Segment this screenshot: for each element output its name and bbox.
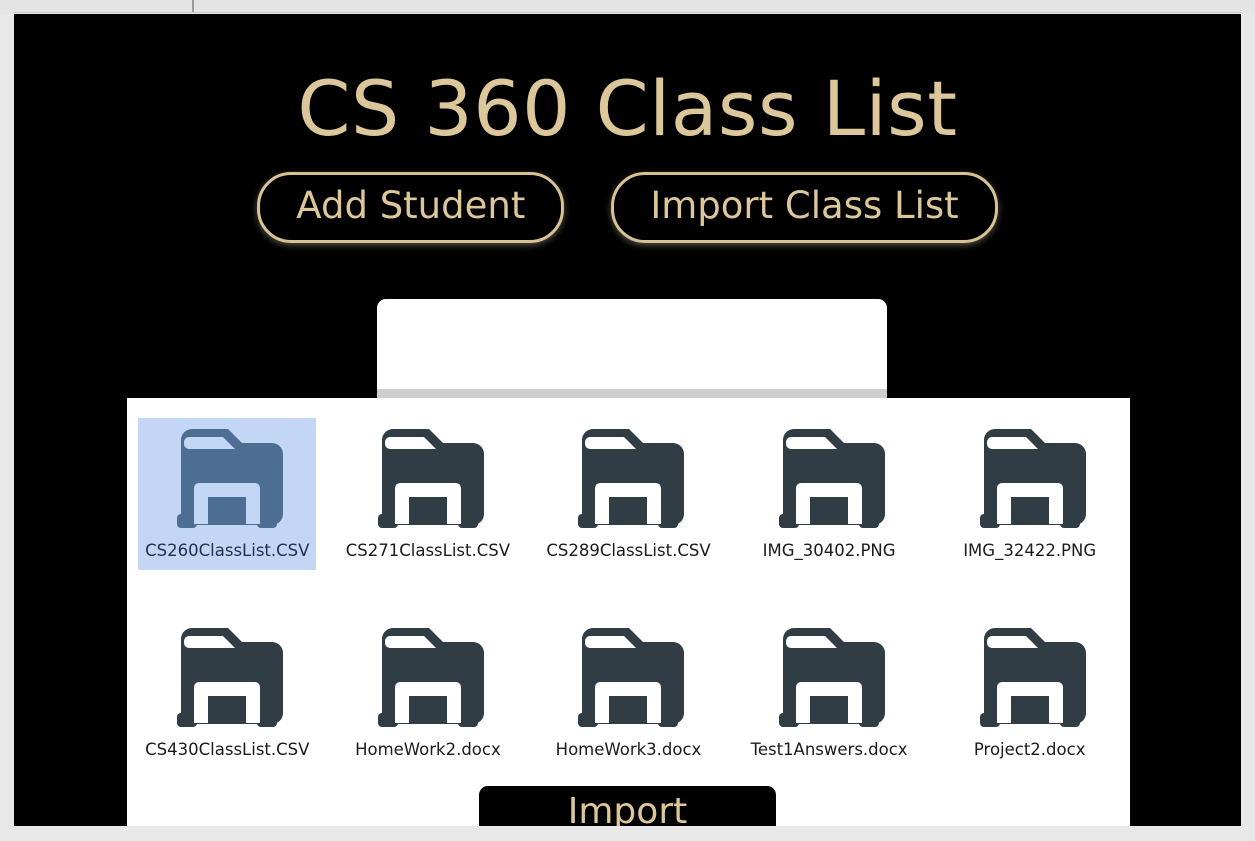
file-folder-icon bbox=[377, 429, 484, 528]
file-item-label: HomeWork2.docx bbox=[355, 740, 501, 759]
file-item[interactable]: CS430ClassList.CSV bbox=[127, 617, 328, 816]
window-top-tick-marker bbox=[192, 0, 194, 12]
file-item-hitbox[interactable]: HomeWork2.docx bbox=[348, 617, 508, 769]
file-item-label: IMG_32422.PNG bbox=[963, 541, 1097, 560]
app-canvas: CS 360 Class List Add Student Import Cla… bbox=[14, 14, 1241, 826]
file-folder-icon bbox=[974, 426, 1086, 534]
file-item-hitbox[interactable]: Project2.docx bbox=[967, 617, 1093, 769]
file-item-label: Project2.docx bbox=[973, 740, 1086, 759]
file-folder-icon bbox=[372, 625, 484, 733]
file-folder-icon bbox=[171, 625, 284, 733]
file-item-hitbox[interactable]: CS289ClassList.CSV bbox=[539, 418, 717, 570]
file-item-hitbox[interactable]: CS260ClassList.CSV bbox=[138, 418, 317, 570]
file-item[interactable]: CS260ClassList.CSV bbox=[127, 418, 328, 617]
file-item-label: CS271ClassList.CSV bbox=[345, 541, 511, 560]
file-item-hitbox[interactable]: CS271ClassList.CSV bbox=[339, 418, 517, 570]
file-folder-icon bbox=[177, 429, 284, 528]
file-item-hitbox[interactable]: IMG_30402.PNG bbox=[756, 418, 903, 570]
file-folder-icon bbox=[372, 426, 484, 534]
file-item-hitbox[interactable]: HomeWork3.docx bbox=[549, 617, 709, 769]
app-window: CS 360 Class List Add Student Import Cla… bbox=[0, 0, 1255, 841]
add-student-button[interactable]: Add Student bbox=[257, 172, 565, 243]
file-item[interactable]: CS271ClassList.CSV bbox=[328, 418, 529, 617]
file-item-label: Test1Answers.docx bbox=[750, 740, 908, 759]
page-title: CS 360 Class List bbox=[297, 64, 958, 153]
file-item[interactable]: IMG_32422.PNG bbox=[929, 418, 1130, 617]
file-folder-icon bbox=[171, 426, 284, 534]
file-item[interactable]: CS289ClassList.CSV bbox=[528, 418, 729, 617]
file-folder-icon bbox=[979, 628, 1086, 727]
window-top-divider bbox=[14, 12, 1241, 13]
import-button[interactable]: Import bbox=[479, 786, 776, 826]
file-item-label: IMG_30402.PNG bbox=[762, 541, 896, 560]
file-folder-icon bbox=[779, 628, 886, 727]
file-browser-panel: CS260ClassList.CSV CS271ClassList.CSV CS… bbox=[127, 398, 1130, 826]
file-item-label: CS260ClassList.CSV bbox=[145, 541, 310, 560]
file-folder-icon bbox=[377, 628, 484, 727]
file-folder-icon bbox=[773, 426, 886, 534]
file-item-label: CS430ClassList.CSV bbox=[145, 740, 310, 759]
file-folder-icon bbox=[974, 625, 1086, 733]
file-row: CS260ClassList.CSV CS271ClassList.CSV CS… bbox=[127, 418, 1130, 617]
file-folder-icon bbox=[779, 429, 886, 528]
file-folder-icon bbox=[572, 426, 685, 534]
import-class-list-button[interactable]: Import Class List bbox=[611, 172, 998, 243]
file-grid: CS260ClassList.CSV CS271ClassList.CSV CS… bbox=[127, 398, 1130, 816]
file-folder-icon bbox=[773, 625, 886, 733]
file-item[interactable]: Project2.docx bbox=[929, 617, 1130, 816]
file-folder-icon bbox=[578, 429, 685, 528]
file-folder-icon bbox=[979, 429, 1086, 528]
file-folder-icon bbox=[177, 628, 284, 727]
file-item-hitbox[interactable]: CS430ClassList.CSV bbox=[138, 617, 316, 769]
file-item-hitbox[interactable]: Test1Answers.docx bbox=[744, 617, 915, 769]
file-item[interactable]: IMG_30402.PNG bbox=[729, 418, 930, 617]
file-item-hitbox[interactable]: IMG_32422.PNG bbox=[956, 418, 1103, 570]
file-item-label: CS289ClassList.CSV bbox=[546, 541, 711, 560]
file-folder-icon bbox=[578, 628, 685, 727]
file-folder-icon bbox=[572, 625, 685, 733]
file-item-label: HomeWork3.docx bbox=[555, 740, 702, 759]
header-button-group: Add Student Import Class List bbox=[14, 172, 1241, 243]
